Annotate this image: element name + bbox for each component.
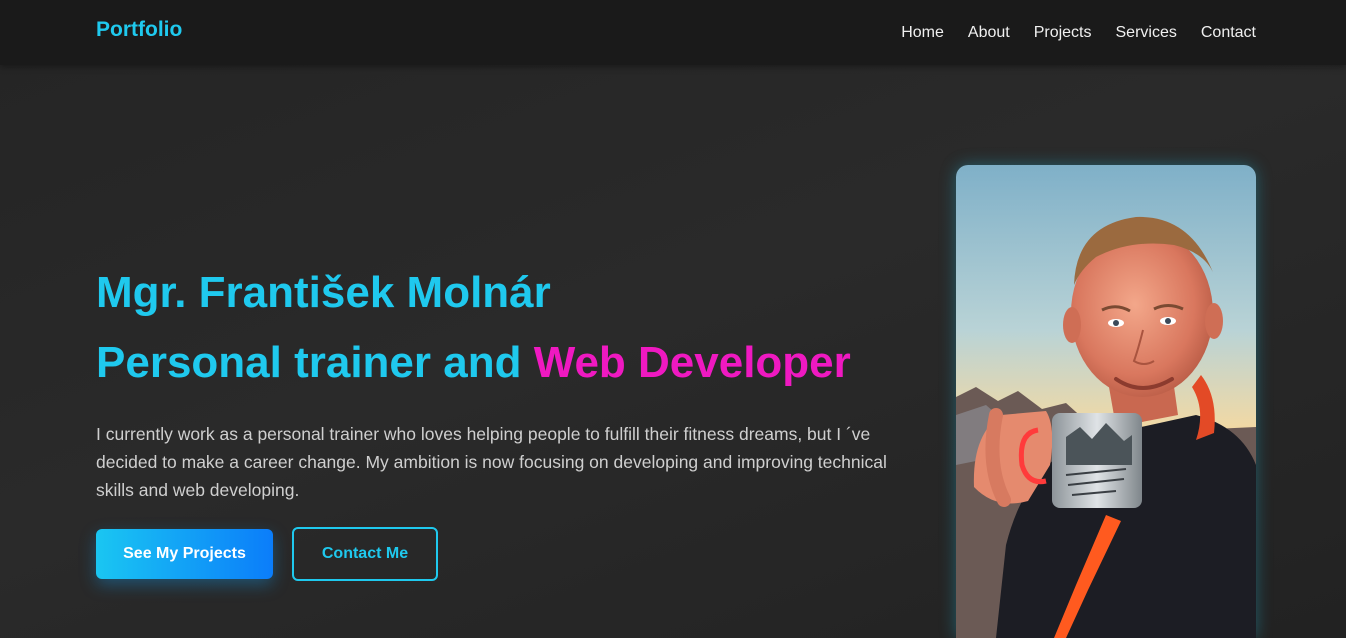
profile-photo-illustration [956, 165, 1256, 638]
hero-intro-text: I currently work as a personal trainer w… [96, 424, 887, 500]
nav-links: Home About Projects Services Contact [901, 0, 1256, 65]
nav-link-services[interactable]: Services [1116, 24, 1177, 42]
nav-link-about[interactable]: About [968, 24, 1010, 42]
nav-link-home[interactable]: Home [901, 24, 944, 42]
nav-link-contact[interactable]: Contact [1201, 24, 1256, 42]
profile-photo [956, 165, 1256, 638]
hero-role: Personal trainer and Web Developer [96, 338, 851, 388]
hero-role-accent: Web Developer [533, 338, 851, 387]
contact-me-button[interactable]: Contact Me [292, 527, 438, 581]
navbar: Portfolio Home About Projects Services C… [0, 0, 1346, 65]
hero-role-main: Personal trainer and [96, 338, 534, 387]
see-projects-button[interactable]: See My Projects [96, 529, 273, 579]
logo-link[interactable]: Portfolio [96, 18, 182, 42]
nav-link-projects[interactable]: Projects [1034, 24, 1092, 42]
hero-name: Mgr. František Molnár [96, 268, 551, 317]
